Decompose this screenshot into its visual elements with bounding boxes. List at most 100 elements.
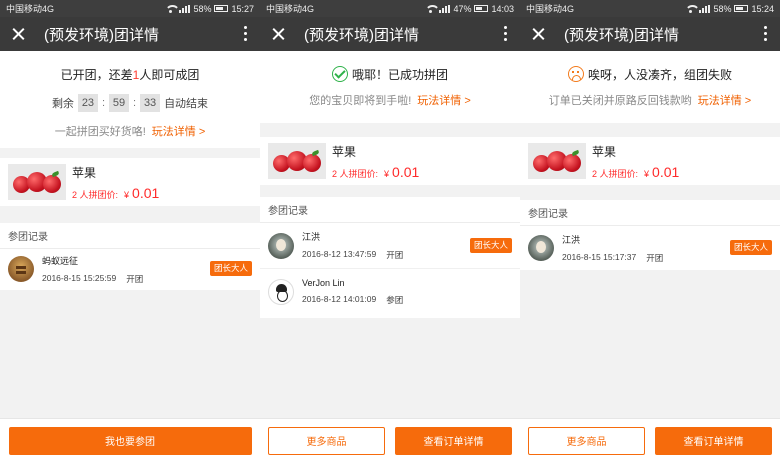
- record-row: 江洪 2016-8-12 13:47:59 开团 团长大人: [260, 223, 520, 269]
- avatar: [268, 279, 294, 305]
- record-row: 江洪 2016-8-15 15:17:37 开团 团长大人: [520, 226, 780, 270]
- records-header: 参团记录: [260, 197, 520, 223]
- group-status-panel: 哦耶！已成功拼团 您的宝贝即将到手啦! 玩法详情 >: [260, 51, 520, 123]
- signal-icon: [699, 4, 711, 13]
- status-title: 已开团，还差1人即可成团: [0, 64, 260, 84]
- product-card[interactable]: 苹果 2 人拼团价: ¥ 0.01: [520, 137, 780, 185]
- status-hint: 一起拼团买好货咯!: [54, 126, 146, 138]
- countdown: 剩余 23 : 59 : 33 自动结束: [0, 94, 260, 112]
- avatar: [268, 232, 294, 259]
- record-row: 蚂蚁远征 2016-8-15 15:25:59 开团 团长大人: [0, 249, 260, 289]
- records-section: 参团记录 江洪 2016-8-12 13:47:59 开团 团长大人 VerJo…: [260, 197, 520, 318]
- status-hint-line: 您的宝贝即将到手啦! 玩法详情 >: [260, 92, 520, 108]
- title-bar: (预发环境)团详情: [260, 17, 520, 51]
- view-order-button[interactable]: 查看订单详情: [395, 426, 512, 455]
- countdown-seconds: 33: [140, 94, 161, 112]
- records-section: 参团记录 蚂蚁远征 2016-8-15 15:25:59 开团 团长大人: [0, 223, 260, 290]
- product-card[interactable]: 苹果 2 人拼团价: ¥ 0.01: [0, 158, 260, 206]
- status-title-text: 唉呀，人没凑齐，组团失败: [587, 67, 732, 82]
- product-image: [8, 164, 66, 200]
- view-order-button[interactable]: 查看订单详情: [655, 426, 772, 455]
- status-title: 唉呀，人没凑齐，组团失败: [520, 64, 780, 84]
- screen-failed: 中国移动4G 58% 15:24 (预发环境)团详情 唉呀，人没凑齐，组团失败 …: [520, 0, 780, 462]
- product-image: [528, 143, 586, 179]
- product-name: 苹果: [592, 144, 617, 159]
- records-section: 参团记录 江洪 2016-8-15 15:17:37 开团 团长大人: [520, 200, 780, 270]
- battery-percent: 58%: [193, 3, 212, 14]
- sad-face-icon: [567, 66, 584, 82]
- record-row: VerJon Lin 2016-8-12 14:01:09 参团: [260, 269, 520, 315]
- avatar: [8, 256, 34, 282]
- product-price: 2 人拼团价: ¥ 0.01: [332, 164, 419, 180]
- product-name: 苹果: [332, 144, 357, 159]
- member-name: 江洪: [562, 234, 581, 245]
- product-price: 2 人拼团价: ¥ 0.01: [592, 164, 679, 180]
- carrier-label: 中国移动4G: [6, 4, 55, 14]
- success-check-icon: [331, 66, 348, 82]
- product-name: 苹果: [72, 165, 97, 180]
- join-action: 开团: [386, 250, 404, 260]
- battery-icon: [214, 5, 229, 12]
- wifi-icon: [685, 4, 701, 13]
- join-action: 参团: [386, 295, 404, 305]
- group-price-label: 2 人拼团价:: [72, 189, 119, 200]
- countdown-hours: 23: [77, 94, 98, 112]
- title-bar: (预发环境)团详情: [520, 17, 780, 51]
- status-bar: 中国移动4G 47% 14:03: [260, 0, 520, 17]
- clock: 14:03: [491, 3, 514, 14]
- rules-link[interactable]: 玩法详情 >: [152, 123, 205, 139]
- bottom-action-bar: 我也要参团: [0, 418, 260, 462]
- close-icon[interactable]: [528, 23, 550, 45]
- member-name: VerJon Lin: [302, 278, 345, 288]
- page-title: (预发环境)团详情: [304, 26, 419, 44]
- wifi-icon: [425, 4, 441, 13]
- clock: 15:27: [231, 3, 254, 14]
- close-icon[interactable]: [8, 23, 30, 45]
- status-hint: 订单已关闭并原路反回钱款哟: [548, 95, 692, 107]
- status-bar: 中国移动4G 58% 15:24: [520, 0, 780, 17]
- wifi-icon: [165, 4, 181, 13]
- bottom-action-bar: 更多商品 查看订单详情: [520, 418, 780, 462]
- battery-icon: [474, 5, 489, 12]
- group-status-panel: 已开团，还差1人即可成团 剩余 23 : 59 : 33 自动结束 一起拼团买好…: [0, 51, 260, 148]
- page-title: (预发环境)团详情: [564, 26, 679, 44]
- countdown-separator: :: [133, 97, 137, 109]
- status-title-pre: 已开团，还差: [60, 67, 133, 82]
- group-price-label: 2 人拼团价:: [592, 168, 639, 179]
- leader-badge: 团长大人: [469, 238, 512, 253]
- more-products-button[interactable]: 更多商品: [268, 426, 385, 455]
- member-name: 蚂蚁远征: [42, 255, 79, 266]
- battery-percent: 47%: [453, 3, 472, 14]
- status-bar: 中国移动4G 58% 15:27: [0, 0, 260, 17]
- leader-badge: 团长大人: [209, 261, 252, 276]
- clock: 15:24: [751, 3, 774, 14]
- product-card[interactable]: 苹果 2 人拼团价: ¥ 0.01: [260, 137, 520, 185]
- status-title: 哦耶！已成功拼团: [260, 64, 520, 84]
- status-hint-line: 一起拼团买好货咯! 玩法详情 >: [0, 123, 260, 139]
- price-value: 0.01: [652, 163, 680, 180]
- records-header: 参团记录: [0, 223, 260, 249]
- price-value: 0.01: [132, 184, 160, 201]
- status-hint-line: 订单已关闭并原路反回钱款哟 玩法详情 >: [520, 92, 780, 108]
- countdown-minutes: 59: [109, 94, 129, 112]
- avatar: [528, 235, 554, 261]
- more-menu-icon[interactable]: [504, 26, 508, 42]
- currency-symbol: ¥: [644, 168, 650, 179]
- close-icon[interactable]: [268, 23, 290, 45]
- status-hint: 您的宝贝即将到手啦!: [309, 95, 412, 107]
- countdown-suffix: 自动结束: [164, 98, 209, 110]
- rules-link[interactable]: 玩法详情 >: [698, 92, 751, 108]
- carrier-label: 中国移动4G: [526, 4, 575, 14]
- member-name: 江洪: [302, 232, 321, 242]
- screen-pending: 中国移动4G 58% 15:27 (预发环境)团详情 已开团，还差1人即可成团 …: [0, 0, 260, 462]
- more-products-button[interactable]: 更多商品: [528, 426, 645, 455]
- battery-icon: [734, 5, 749, 12]
- join-time: 2016-8-12 13:47:59: [302, 249, 377, 259]
- more-menu-icon[interactable]: [764, 26, 768, 42]
- rules-link[interactable]: 玩法详情 >: [417, 92, 470, 108]
- screens-stage: 中国移动4G 58% 15:27 (预发环境)团详情 已开团，还差1人即可成团 …: [0, 0, 780, 462]
- screen-success: 中国移动4G 47% 14:03 (预发环境)团详情 哦耶！已成功拼团 您的宝贝…: [260, 0, 520, 462]
- join-group-button[interactable]: 我也要参团: [8, 426, 252, 455]
- records-header: 参团记录: [520, 200, 780, 226]
- more-menu-icon[interactable]: [244, 26, 248, 42]
